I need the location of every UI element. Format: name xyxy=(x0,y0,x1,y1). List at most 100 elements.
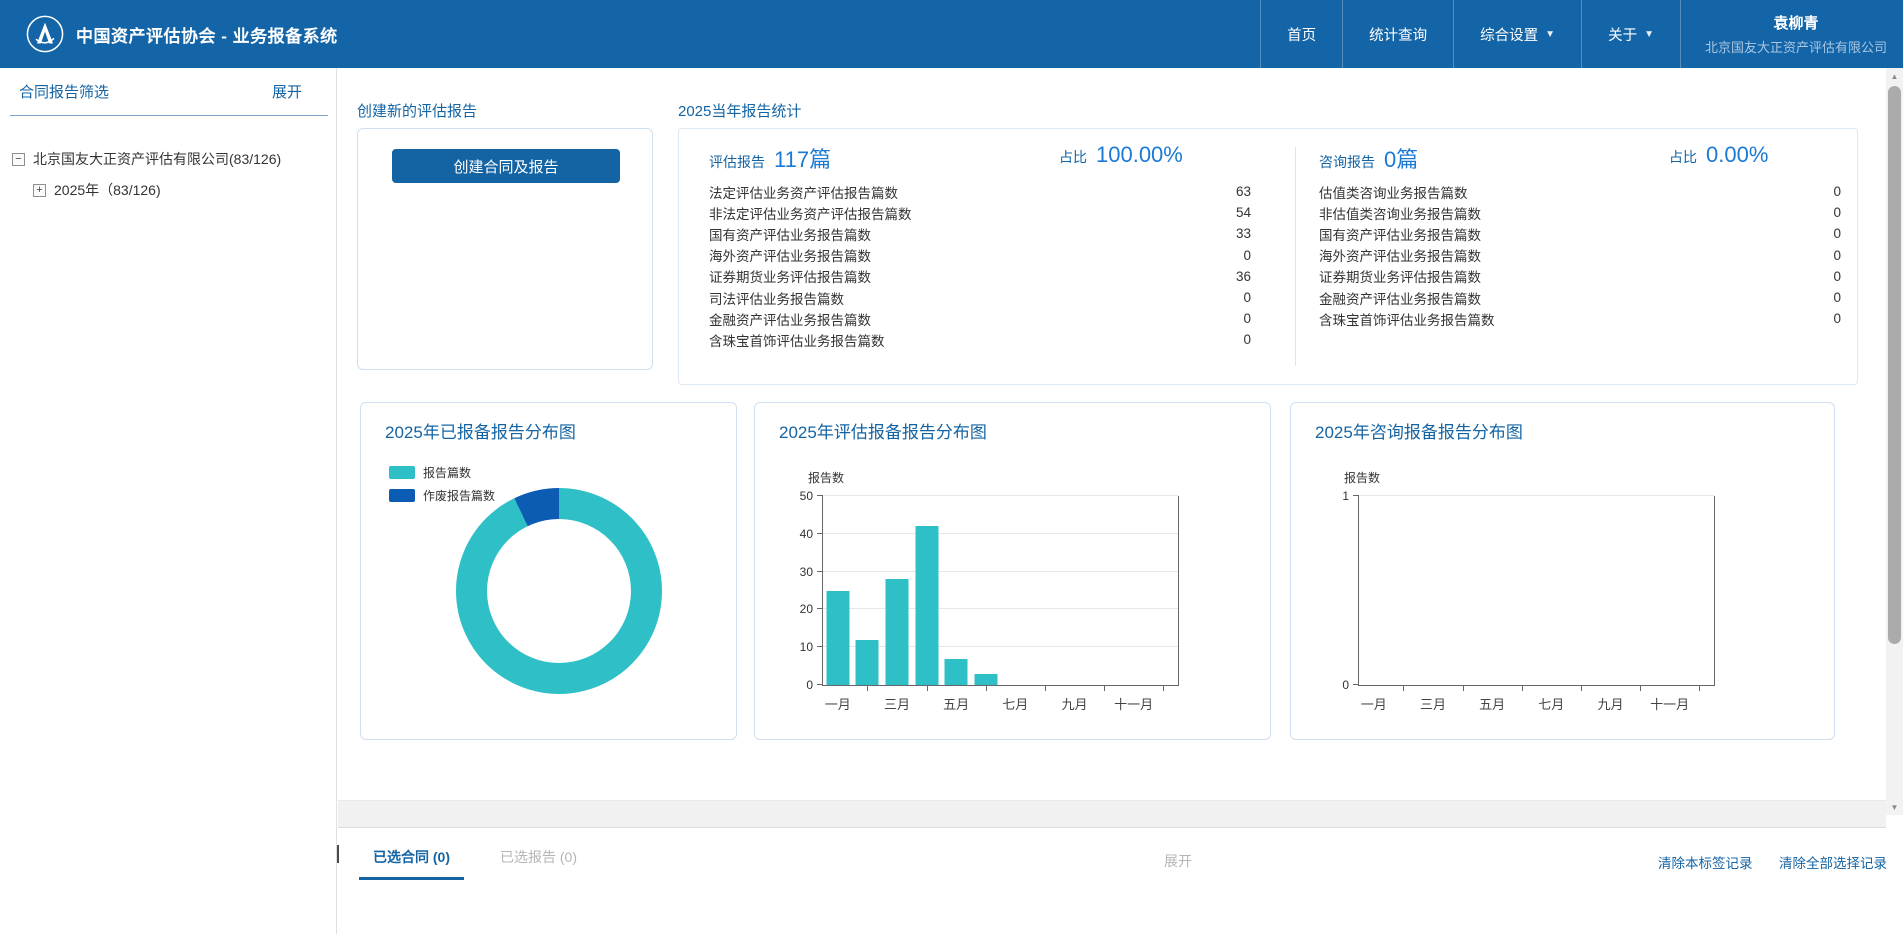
user-name: 袁柳青 xyxy=(1705,12,1887,33)
stat-label: 非法定评估业务资产评估报告篇数 xyxy=(709,203,912,223)
stats-row: 金融资产评估业务报告篇数 0 xyxy=(709,308,1251,329)
x-tick-label: 三月 xyxy=(1420,694,1446,713)
x-tick-label: 五月 xyxy=(943,694,969,713)
scroll-up-arrow-icon[interactable]: ▲ xyxy=(1886,68,1903,84)
x-tick-mark xyxy=(927,685,928,691)
y-tick-label: 0 xyxy=(1342,678,1349,692)
x-tick-mark xyxy=(867,685,868,691)
gridline xyxy=(823,608,1178,609)
create-contract-report-button[interactable]: 创建合同及报告 xyxy=(392,149,620,183)
y-tick-label: 20 xyxy=(800,602,813,616)
bar-六月 xyxy=(974,674,997,685)
legend-item-reports[interactable]: 报告篇数 xyxy=(389,464,495,481)
footer-left-divider xyxy=(337,845,339,863)
stat-label: 金融资产评估业务报告篇数 xyxy=(709,309,871,329)
stat-value: 0 xyxy=(1833,226,1841,241)
stat-value: 0 xyxy=(1243,311,1251,326)
stat-value: 0 xyxy=(1833,205,1841,220)
nav-item-home-label: 首页 xyxy=(1287,24,1316,45)
gridline xyxy=(1359,495,1714,496)
filter-tree: − 北京国友大正资产评估有限公司(83/126) + 2025年（83/126) xyxy=(12,149,332,211)
sidebar-expand-button[interactable]: 展开 xyxy=(272,81,302,102)
tree-collapse-icon[interactable]: − xyxy=(12,153,25,166)
x-tick-mark xyxy=(1640,685,1641,691)
stat-label: 含珠宝首饰评估业务报告篇数 xyxy=(1319,309,1495,329)
y-tick-mark xyxy=(817,533,823,534)
tree-node-year[interactable]: + 2025年（83/126) xyxy=(12,180,332,200)
stat-value: 0 xyxy=(1243,332,1251,347)
clear-tab-records-link[interactable]: 清除本标签记录 xyxy=(1658,852,1753,872)
report-count: 117篇 xyxy=(774,142,831,174)
chevron-down-icon: ▼ xyxy=(1545,29,1555,40)
ratio-block: 占比 100.00% xyxy=(1059,142,1183,168)
x-tick-label: 九月 xyxy=(1597,694,1623,713)
user-block[interactable]: 袁柳青 北京国友大正资产评估有限公司 xyxy=(1680,0,1903,68)
user-company: 北京国友大正资产评估有限公司 xyxy=(1705,37,1887,56)
stat-value: 54 xyxy=(1236,205,1251,220)
stat-value: 63 xyxy=(1236,184,1251,199)
x-tick-label: 五月 xyxy=(1479,694,1505,713)
stat-value: 0 xyxy=(1243,248,1251,263)
panel-header: 评估报告 117篇 xyxy=(709,142,831,174)
stats-row: 证券期货业务评估报告篇数36 xyxy=(709,266,1251,287)
scroll-down-arrow-icon[interactable]: ▼ xyxy=(1886,799,1903,815)
x-tick-label: 十一月 xyxy=(1650,694,1689,713)
nav-item-settings[interactable]: 综合设置 ▼ xyxy=(1453,0,1581,68)
y-tick-label: 40 xyxy=(800,527,813,541)
nav-item-statistics[interactable]: 统计查询 xyxy=(1342,0,1453,68)
y-tick-label: 1 xyxy=(1342,489,1349,503)
logo-icon xyxy=(26,15,64,53)
appraisal-report-panel: 评估报告 117篇 占比 100.00% 法定评估业务资产评估报告篇数 63 非法… xyxy=(709,129,1251,384)
y-tick-mark xyxy=(817,646,823,647)
y-axis-label: 报告数 xyxy=(808,469,844,486)
brand: 中国资产评估协会 - 业务报备系统 xyxy=(0,15,338,53)
x-tick-mark xyxy=(1522,685,1523,691)
legend-label: 报告篇数 xyxy=(423,464,471,481)
tree-node-company[interactable]: − 北京国友大正资产评估有限公司(83/126) xyxy=(12,149,332,169)
stat-value: 33 xyxy=(1236,226,1251,241)
stat-label: 海外资产评估业务报告篇数 xyxy=(709,245,871,265)
divider xyxy=(10,115,328,116)
stat-label: 法定评估业务资产评估报告篇数 xyxy=(709,182,898,202)
stats-row: 证券期货业务评估报告篇数0 xyxy=(1319,266,1841,287)
scrollbar-thumb[interactable] xyxy=(1888,86,1901,644)
tab-selected-reports[interactable]: 已选报告 (0) xyxy=(500,847,577,867)
x-tick-mark xyxy=(1104,685,1105,691)
legend-label: 作废报告篇数 xyxy=(423,487,495,504)
nav-item-settings-label: 综合设置 xyxy=(1480,24,1538,45)
tab-selected-contracts[interactable]: 已选合同 (0) xyxy=(359,847,464,880)
chevron-down-icon: ▼ xyxy=(1644,29,1654,40)
ratio-label: 占比 xyxy=(1669,147,1697,167)
ratio-label: 占比 xyxy=(1059,147,1087,167)
report-count: 0篇 xyxy=(1384,142,1418,174)
donut-chart[interactable] xyxy=(456,488,662,694)
consulting-distribution-card: 2025年咨询报备报告分布图 报告数 01一月三月五月七月九月十一月 xyxy=(1290,402,1835,740)
report-type-label: 评估报告 xyxy=(709,152,765,172)
consulting-report-panel: 咨询报告 0篇 占比 0.00% 估值类咨询业务报告篇数0 非估值类咨询业务报告… xyxy=(1319,129,1841,384)
y-tick-mark xyxy=(817,495,823,496)
x-tick-label: 一月 xyxy=(1361,694,1387,713)
bar-chart-appraisal[interactable]: 01020304050一月三月五月七月九月十一月 xyxy=(822,496,1179,686)
clear-all-selection-link[interactable]: 清除全部选择记录 xyxy=(1779,852,1887,872)
stats-row: 非估值类咨询业务报告篇数0 xyxy=(1319,202,1841,223)
legend-swatch xyxy=(389,466,415,479)
tree-expand-icon[interactable]: + xyxy=(33,184,46,197)
footer-expand-button[interactable]: 展开 xyxy=(1164,851,1192,871)
nav-item-home[interactable]: 首页 xyxy=(1260,0,1342,68)
stat-label: 司法评估业务报告篇数 xyxy=(709,288,844,308)
stat-value: 0 xyxy=(1243,290,1251,305)
legend-item-voided[interactable]: 作废报告篇数 xyxy=(389,487,495,504)
nav-item-about-label: 关于 xyxy=(1608,24,1637,45)
stat-value: 0 xyxy=(1833,269,1841,284)
nav-item-about[interactable]: 关于 ▼ xyxy=(1581,0,1680,68)
bar-三月 xyxy=(885,579,908,685)
vertical-scrollbar[interactable]: ▲ ▼ xyxy=(1886,68,1903,815)
tree-node-label: 北京国友大正资产评估有限公司(83/126) xyxy=(33,149,281,169)
bar-一月 xyxy=(826,591,849,686)
stats-row: 含珠宝首饰评估业务报告篇数0 xyxy=(709,329,1251,350)
stats-row: 非法定评估业务资产评估报告篇数 54 xyxy=(709,202,1251,223)
stat-value: 0 xyxy=(1833,290,1841,305)
app-title: 中国资产评估协会 - 业务报备系统 xyxy=(76,22,338,47)
bar-chart-consulting[interactable]: 01一月三月五月七月九月十一月 xyxy=(1358,496,1715,686)
y-tick-mark xyxy=(817,684,823,685)
